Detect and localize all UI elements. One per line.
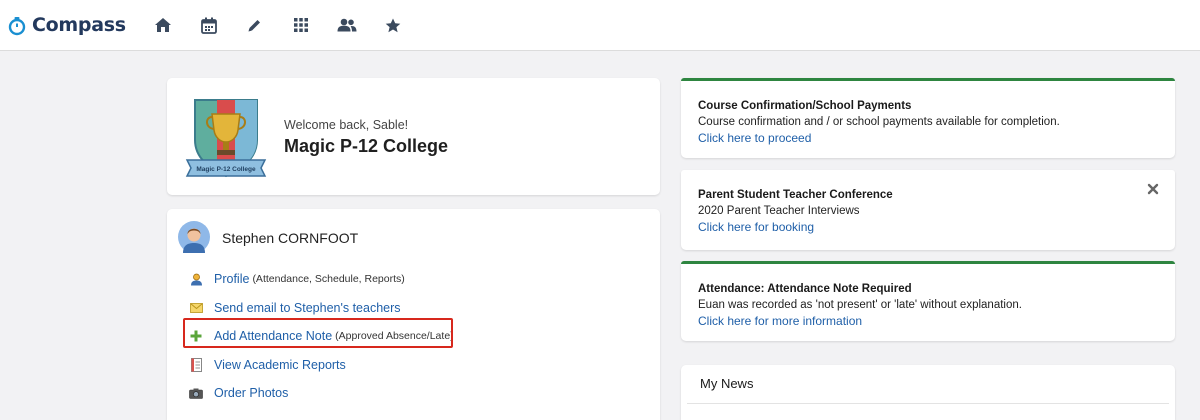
pencil-icon[interactable]	[232, 0, 278, 51]
divider	[687, 403, 1169, 404]
list-item[interactable]: Send email to Stephen's teachers	[189, 294, 454, 323]
top-nav: Compass	[0, 0, 1200, 51]
stopwatch-icon	[8, 16, 26, 36]
student-name: Stephen CORNFOOT	[222, 230, 359, 246]
school-card: Magic P-12 College Welcome back, Sable! …	[167, 78, 660, 195]
home-icon[interactable]	[140, 0, 186, 51]
brand[interactable]: Compass	[8, 0, 126, 51]
notice-title: Parent Student Teacher Conference	[698, 189, 893, 201]
notice-link[interactable]: Click here for more information	[698, 314, 862, 328]
school-name: Magic P-12 College	[284, 136, 449, 156]
notice-card: Parent Student Teacher Conference 2020 P…	[681, 170, 1175, 250]
profile-link[interactable]: Profile	[214, 272, 249, 286]
notice-card: Course Confirmation/School Payments Cour…	[681, 78, 1175, 158]
news-title: My News	[700, 376, 754, 391]
camera-icon	[189, 386, 203, 400]
welcome-text: Welcome back, Sable!	[284, 118, 409, 132]
notice-link[interactable]: Click here for booking	[698, 220, 814, 234]
student-links: Profile (Attendance, Schedule, Reports) …	[189, 265, 454, 408]
notice-card: Attendance: Attendance Note Required Eua…	[681, 261, 1175, 341]
notice-title: Attendance: Attendance Note Required	[698, 283, 912, 295]
report-icon	[189, 357, 203, 372]
school-crest: Magic P-12 College	[185, 92, 267, 184]
brand-name: Compass	[32, 14, 126, 36]
add-attendance-note-link-sub: (Approved Absence/Late)	[335, 330, 454, 343]
avatar[interactable]	[178, 221, 210, 253]
academic-reports-link[interactable]: View Academic Reports	[214, 358, 346, 372]
notice-title: Course Confirmation/School Payments	[698, 100, 912, 112]
notice-link[interactable]: Click here to proceed	[698, 131, 811, 145]
list-item[interactable]: Order Photos	[189, 379, 454, 408]
people-icon[interactable]	[324, 0, 370, 51]
star-icon[interactable]	[370, 0, 416, 51]
envelope-icon	[189, 301, 203, 315]
calendar-icon[interactable]	[186, 0, 232, 51]
notice-body: Euan was recorded as 'not present' or 'l…	[698, 299, 1022, 311]
plus-icon	[189, 329, 203, 343]
profile-link-sub: (Attendance, Schedule, Reports)	[252, 273, 405, 286]
news-card: My News	[681, 365, 1175, 420]
notice-body: Course confirmation and / or school paym…	[698, 116, 1060, 128]
email-teachers-link[interactable]: Send email to Stephen's teachers	[214, 301, 401, 315]
crest-banner-text: Magic P-12 College	[196, 166, 256, 173]
add-attendance-note-link[interactable]: Add Attendance Note	[214, 329, 332, 343]
list-item[interactable]: View Academic Reports	[189, 351, 454, 380]
list-item[interactable]: Profile (Attendance, Schedule, Reports)	[189, 265, 454, 294]
student-card: Stephen CORNFOOT Profile (Attendance, Sc…	[167, 209, 660, 420]
grid-icon[interactable]	[278, 0, 324, 51]
order-photos-link[interactable]: Order Photos	[214, 386, 288, 400]
list-item[interactable]: Add Attendance Note (Approved Absence/La…	[189, 322, 454, 351]
profile-icon	[189, 272, 203, 286]
close-icon[interactable]	[1146, 182, 1160, 196]
notice-body: 2020 Parent Teacher Interviews	[698, 205, 860, 217]
